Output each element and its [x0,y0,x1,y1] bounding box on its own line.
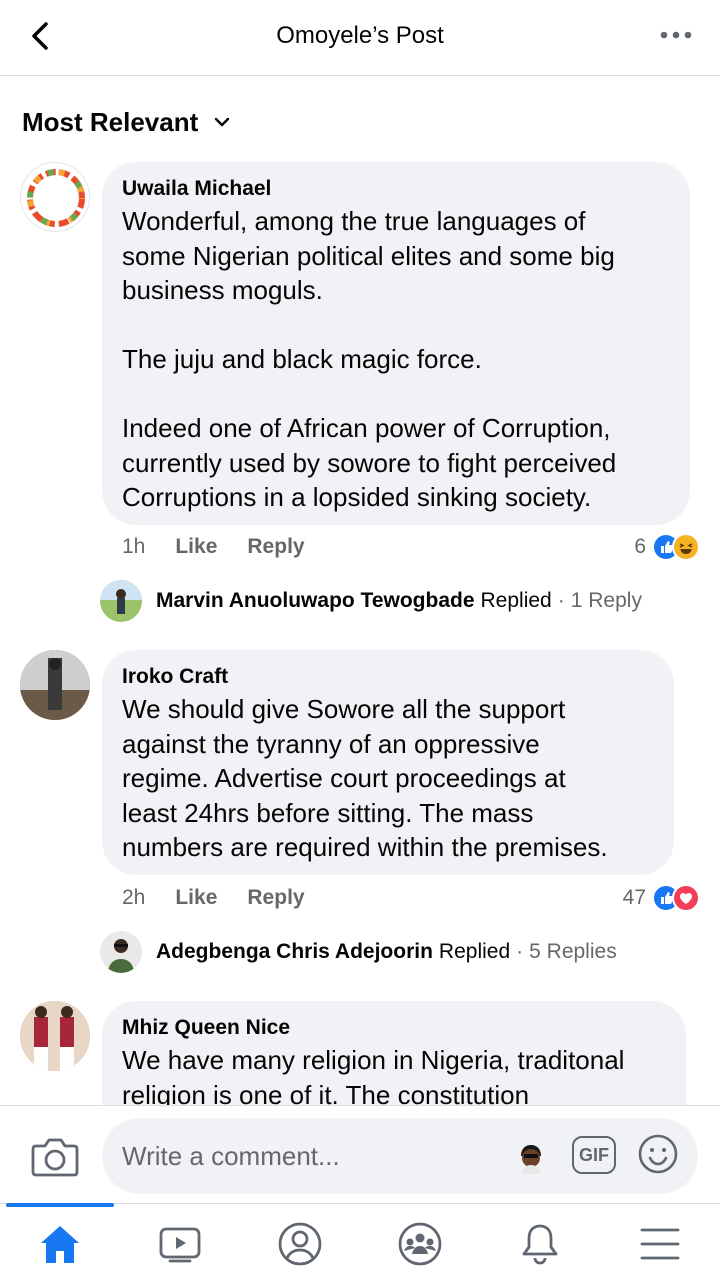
replied-label: Replied [480,589,552,612]
reply-count: 5 Replies [529,940,617,963]
avatar-sticker-icon [521,1145,541,1174]
reply-count: 1 Reply [570,589,642,612]
tab-profile[interactable] [270,1218,330,1270]
comment-composer: GIF [0,1105,720,1203]
comment-bubble[interactable]: Uwaila Michael Wonderful, among the true… [102,162,690,525]
comment-bubble[interactable]: Iroko Craft We should give Sowore all th… [102,650,674,875]
comment-author[interactable]: Uwaila Michael [122,176,668,202]
like-button[interactable]: Like [175,535,217,559]
active-tab-indicator [6,1203,114,1207]
comment-bubble[interactable]: Mhiz Queen Nice We have many religion in… [102,1001,686,1105]
reply-author: Marvin Anuoluwapo Tewogbade [156,589,475,612]
more-options-button[interactable] [656,20,696,50]
camera-icon [31,1138,79,1177]
comment-author[interactable]: Iroko Craft [122,664,652,690]
reply-button[interactable]: Reply [247,535,304,559]
reply-button[interactable]: Reply [247,886,304,910]
reactions-summary[interactable]: 6 [634,532,700,562]
tab-watch[interactable] [150,1218,210,1270]
comment-actions: 2h Like Reply [122,883,335,913]
avatar[interactable] [20,162,90,232]
top-bar: Omoyele’s Post [0,0,720,76]
tab-home[interactable] [30,1218,90,1270]
avatar[interactable] [20,1001,90,1071]
avatar[interactable] [20,650,90,720]
comment-input-container: GIF [102,1118,698,1194]
page-title: Omoyele’s Post [276,22,444,49]
profile-icon [278,1222,322,1266]
fruit-ring-avatar-icon [27,169,85,227]
gif-button[interactable]: GIF [572,1136,616,1174]
more-dots-icon [660,31,692,39]
replies-link[interactable]: Marvin Anuoluwapo Tewogbade Replied · 1 … [100,579,642,623]
smiley-icon [638,1134,678,1174]
tab-groups[interactable] [390,1218,450,1270]
replies-link[interactable]: Adegbenga Chris Adejoorin Replied · 5 Re… [100,930,617,974]
comment-time: 1h [122,535,146,558]
comment-text: We should give Sowore all the support ag… [122,694,608,862]
tab-notifications[interactable] [510,1218,570,1270]
comment-text: Wonderful, among the true languages of s… [122,206,617,512]
reactions-summary[interactable]: 47 [623,883,700,913]
replied-label: Replied [438,940,511,963]
reaction-count: 47 [622,886,646,909]
reaction-count: 6 [634,535,646,558]
tab-menu[interactable] [630,1218,690,1270]
comment-author[interactable]: Mhiz Queen Nice [122,1015,664,1041]
sort-dropdown[interactable]: Most Relevant [22,104,232,140]
watch-icon [159,1227,201,1263]
like-button[interactable]: Like [175,886,217,910]
camera-button[interactable] [30,1134,80,1180]
love-icon [672,884,700,912]
chevron-down-icon [215,117,230,127]
comments-list: Uwaila Michael Wonderful, among the true… [0,150,720,1105]
separator-dot: · [557,589,565,612]
menu-icon [640,1228,680,1260]
separator-dot: · [516,940,524,963]
notifications-icon [522,1224,558,1265]
avatar-sticker-button[interactable] [514,1140,548,1174]
comment-actions: 1h Like Reply [122,532,335,562]
home-icon [41,1226,79,1263]
reply-author: Adegbenga Chris Adejoorin [156,940,433,963]
sort-label: Most Relevant [22,106,199,137]
comment-text: We have many religion in Nigeria, tradit… [122,1045,625,1105]
groups-icon [398,1222,442,1266]
avatar [100,931,142,973]
comment-input[interactable] [122,1136,502,1176]
comment-time: 2h [122,886,146,909]
emoji-button[interactable] [636,1132,680,1176]
bottom-tab-bar [0,1203,720,1280]
haha-icon [672,533,700,561]
avatar [100,580,142,622]
